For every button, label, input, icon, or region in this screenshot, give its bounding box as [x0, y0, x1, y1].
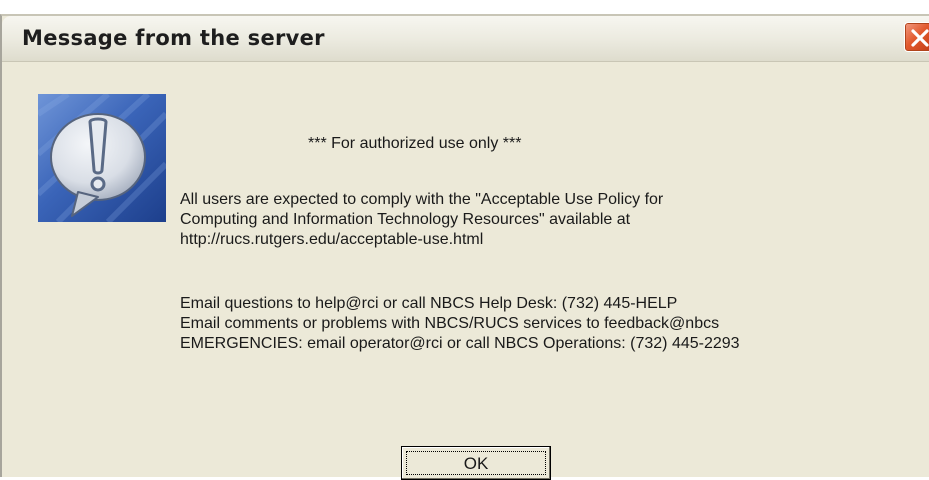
message-line: http://rucs.rutgers.edu/acceptable-use.h…: [180, 231, 484, 248]
dialog-title: Message from the server: [22, 26, 325, 50]
ok-button[interactable]: OK: [401, 446, 551, 480]
message-header: *** For authorized use only ***: [308, 135, 522, 152]
contact-paragraph: Email questions to help@rci or call NBCS…: [180, 294, 740, 354]
message-dialog: Message from the server *** For authoriz…: [0, 14, 929, 480]
ok-label: OK: [463, 454, 489, 473]
message-line: Email questions to help@rci or call NBCS…: [180, 295, 678, 312]
exclamation-speech-bubble-icon: [35, 91, 169, 225]
message-line: Computing and Information Technology Res…: [180, 211, 631, 228]
message-line: EMERGENCIES: email operator@rci or call …: [180, 335, 740, 352]
close-button[interactable]: [904, 22, 929, 52]
close-icon: [911, 29, 929, 47]
policy-paragraph: All users are expected to comply with th…: [180, 190, 663, 250]
message-line: All users are expected to comply with th…: [180, 191, 664, 208]
title-bar[interactable]: Message from the server: [2, 16, 929, 62]
message-line: Email comments or problems with NBCS/RUC…: [180, 315, 720, 332]
